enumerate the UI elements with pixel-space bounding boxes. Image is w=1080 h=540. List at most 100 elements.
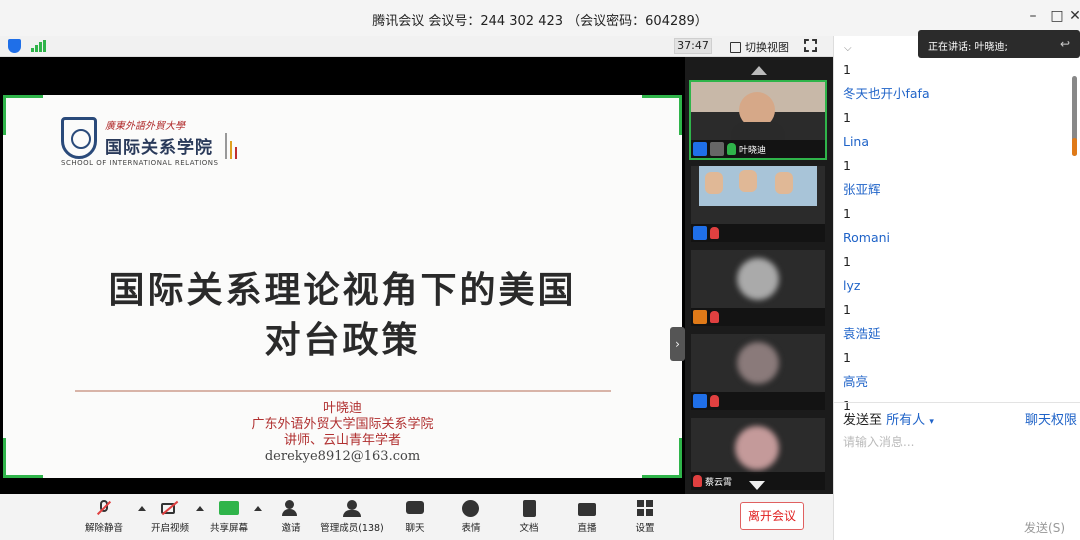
dropdown-caret-icon[interactable]: ▾ [929,417,934,427]
speaking-text: 正在讲话: 叶晓迪; [928,42,1008,53]
chat-message-input[interactable]: 请输入消息... [843,433,914,450]
mic-muted-icon [93,500,115,517]
shared-screen-area: 廣東外語外貿大學 国际关系学院 SCHOOL OF INTERNATIONAL … [0,57,685,494]
unmute-label: 解除静音 [84,523,123,534]
participant-tile[interactable] [691,166,825,242]
chat-sender-name[interactable]: 冬天也开小fafa [843,82,1068,106]
close-icon[interactable]: ✕ [1066,8,1080,24]
emoji-icon [460,500,482,517]
documents-button[interactable]: 文档 [514,500,544,534]
mic-on-icon [727,143,736,155]
chat-message-text: 1 [843,206,851,221]
user-icon [693,310,707,324]
reactions-button[interactable]: 表情 [456,500,486,534]
share-options-caret-icon[interactable] [254,506,262,511]
collapse-sidebar-button[interactable]: › [670,327,685,361]
maximize-icon[interactable]: □ [1048,8,1066,24]
slide-title-line2: 对台政策 [264,319,421,361]
invite-label: 邀请 [281,523,301,534]
chat-sender-name[interactable]: 张亚辉 [843,178,1068,202]
slide-title: 国际关系理论视角下的美国 对台政策 [3,265,682,365]
start-video-button[interactable]: 开启视频 [150,500,190,534]
presenter-affiliation: 广东外语外贸大学国际关系学院 [251,417,434,432]
share-frame-corner [642,95,682,135]
chat-sender-name[interactable]: lyz [843,274,1068,298]
window-title: 腾讯会议 会议号：244 302 423 （会议密码：604289） [372,14,708,29]
presenter-position: 讲师、云山青年学者 [283,433,401,448]
user-icon [693,142,707,156]
video-options-caret-icon[interactable] [196,506,204,511]
invite-icon [280,500,302,517]
user-icon [693,394,707,408]
start-video-label: 开启视频 [150,523,189,534]
scroll-up-icon[interactable] [751,66,767,75]
chat-message-text: 1 [843,158,851,173]
document-icon [518,500,540,517]
university-crest-logo [61,117,97,159]
chat-message-list: 1 冬天也开小fafa 1 Lina 1 张亚辉 1 Romani 1 lyz 1 袁浩延 1 高亮 1 [843,58,1068,418]
share-screen-button[interactable]: 共享屏幕 [208,500,250,534]
school-name: 国际关系学院 [105,138,213,158]
unmute-button[interactable]: 解除静音 [84,500,124,534]
mic-muted-icon [710,395,719,407]
security-shield-icon[interactable] [8,39,21,53]
chat-sender-name[interactable]: 高亮 [843,370,1068,394]
chat-message-text: 1 [843,302,851,317]
settings-button[interactable]: 设置 [630,500,660,534]
chat-sender-name[interactable]: Lina [843,130,1068,154]
participant-name: 蔡云霄 [705,477,733,488]
share-frame-corner [3,95,43,135]
participant-tile[interactable] [691,334,825,410]
presenter-email: derekye8912@163.com [264,449,421,464]
audio-options-caret-icon[interactable] [138,506,146,511]
mic-muted-icon [710,227,719,239]
slide-title-line1: 国际关系理论视角下的美国 [108,269,577,311]
scroll-down-icon[interactable] [749,481,765,490]
chevron-down-icon[interactable]: ⌵ [844,43,852,54]
chat-permissions-link[interactable]: 聊天权限 [1025,409,1077,428]
chat-panel: ⌵ 1 冬天也开小fafa 1 Lina 1 张亚辉 1 Romani 1 lyz 1 袁浩延 1 高亮 1… [833,36,1080,540]
video-off-icon [159,500,181,517]
network-signal-icon[interactable] [31,40,46,52]
chat-compose-area: 发送至 所有人 ▾ 聊天权限 请输入消息... 发送(S) [834,402,1080,540]
participant-name: 叶晓迪 [739,145,767,156]
reactions-label: 表情 [461,523,481,534]
chat-sender-name[interactable]: Romani [843,226,1068,250]
fullscreen-icon[interactable] [804,39,817,52]
chat-scrollbar[interactable] [1072,76,1077,156]
speaking-indicator: 正在讲话: 叶晓迪; ↩ [918,30,1080,58]
live-stream-label: 直播 [577,523,597,534]
minimize-icon[interactable]: – [1024,8,1042,24]
participant-tile[interactable] [691,250,825,326]
participant-tile[interactable]: 蔡云霄 [691,418,825,490]
switch-view-button[interactable]: 切换视图 [730,39,789,55]
settings-grid-icon [634,500,656,517]
chat-message-text: 1 [843,254,851,269]
participant-tile[interactable]: 叶晓迪 [689,80,827,160]
send-button[interactable]: 发送(S) [1024,519,1065,536]
send-to-label: 发送至 [843,413,883,428]
send-to-value[interactable]: 所有人 [886,413,925,428]
leave-meeting-button[interactable]: 离开会议 [740,502,804,530]
invite-button[interactable]: 邀请 [276,500,306,534]
share-screen-icon [218,500,240,517]
chat-message-text: 1 [843,350,851,365]
university-name-logo: 廣東外語外貿大學 [105,121,185,132]
participant-video-list: 叶晓迪 蔡云霄 [685,57,833,494]
chat-sender-name[interactable]: 袁浩延 [843,322,1068,346]
meeting-timer: 37:47 [674,38,712,54]
manage-members-label: 管理成员(138) [320,523,384,534]
live-stream-button[interactable]: 直播 [572,500,602,534]
manage-members-button[interactable]: 管理成员(138) [320,500,384,534]
send-to-selector[interactable]: 发送至 所有人 ▾ [843,409,934,428]
return-icon[interactable]: ↩ [1060,37,1070,51]
logo-color-bars [225,133,237,159]
presenter-info: 叶晓迪 广东外语外贸大学国际关系学院 讲师、云山青年学者 derekye8912… [3,401,682,465]
chat-label: 聊天 [405,523,425,534]
mic-muted-icon [693,475,702,487]
school-english-name: SCHOOL OF INTERNATIONAL RELATIONS [61,159,219,167]
chat-button[interactable]: 聊天 [400,500,430,534]
meeting-toolbar: 解除静音 开启视频 共享屏幕 邀请 管理成员(138) 聊天 表情 文档 直播 … [0,494,833,540]
chat-icon [404,500,426,517]
presenter-name: 叶晓迪 [322,401,362,416]
